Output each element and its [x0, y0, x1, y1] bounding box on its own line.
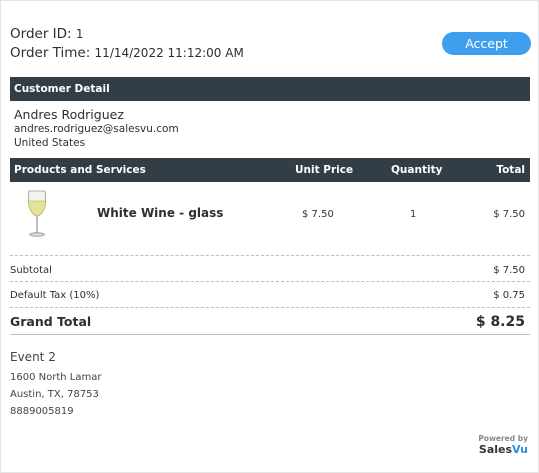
- product-total: $ 7.50: [493, 209, 525, 220]
- products-header: Products and Services Unit Price Quantit…: [10, 158, 530, 182]
- grand-total-label: Grand Total: [10, 314, 92, 329]
- divider: [10, 281, 530, 282]
- brand-sales: Sales: [478, 443, 513, 456]
- order-time-row: Order Time: 11/14/2022 11:12:00 AM: [10, 44, 244, 63]
- grand-total-row: Grand Total $ 8.25: [10, 314, 530, 330]
- subtotal-row: Subtotal $ 7.50: [10, 265, 530, 276]
- accept-button[interactable]: Accept: [442, 32, 531, 55]
- product-row: White Wine - glass $ 7.50 1 $ 7.50: [10, 182, 530, 252]
- salesvu-logo: SalesVu: [478, 443, 528, 456]
- tax-row: Default Tax (10%) $ 0.75: [10, 290, 530, 301]
- divider: [10, 307, 530, 308]
- customer-name: Andres Rodriguez: [14, 107, 124, 122]
- order-header: Order ID: 1 Order Time: 11/14/2022 11:12…: [10, 25, 244, 63]
- col-header-product: Products and Services: [14, 164, 146, 176]
- col-header-unit-price: Unit Price: [295, 164, 354, 176]
- order-id-value: 1: [75, 27, 84, 41]
- divider: [10, 255, 530, 256]
- tax-value: $ 0.75: [493, 290, 525, 301]
- customer-email: andres.rodriguez@salesvu.com: [14, 123, 179, 135]
- order-time-label: Order Time:: [10, 45, 91, 61]
- event-info: Event 2 1600 North Lamar Austin, TX, 787…: [10, 349, 101, 420]
- subtotal-value: $ 7.50: [493, 265, 525, 276]
- event-address-line1: 1600 North Lamar: [10, 372, 102, 383]
- subtotal-label: Subtotal: [10, 265, 52, 276]
- col-header-total: Total: [496, 164, 525, 176]
- order-time-value: 11/14/2022 11:12:00 AM: [94, 46, 244, 60]
- tax-label: Default Tax (10%): [10, 290, 100, 301]
- powered-by-logo: Powered by SalesVu: [478, 434, 528, 456]
- order-id-row: Order ID: 1: [10, 25, 244, 44]
- receipt-panel: Order ID: 1 Order Time: 11/14/2022 11:12…: [0, 0, 539, 473]
- event-phone: 8889005819: [10, 406, 74, 417]
- product-name: White Wine - glass: [97, 206, 224, 220]
- customer-country: United States: [14, 137, 86, 149]
- divider: [10, 334, 530, 335]
- event-address-line2: Austin, TX, 78753: [10, 389, 99, 400]
- powered-by-text: Powered by: [478, 434, 528, 443]
- event-name: Event 2: [10, 350, 56, 364]
- product-quantity: 1: [410, 209, 417, 220]
- product-unit-price: $ 7.50: [302, 209, 334, 220]
- col-header-quantity: Quantity: [391, 164, 443, 176]
- customer-detail: Andres Rodriguez andres.rodriguez@salesv…: [14, 107, 179, 150]
- wine-glass-icon: [26, 189, 48, 243]
- grand-total-value: $ 8.25: [475, 314, 525, 330]
- brand-vu: Vu: [512, 443, 528, 456]
- order-id-label: Order ID:: [10, 26, 72, 42]
- customer-detail-header: Customer Detail: [10, 77, 530, 101]
